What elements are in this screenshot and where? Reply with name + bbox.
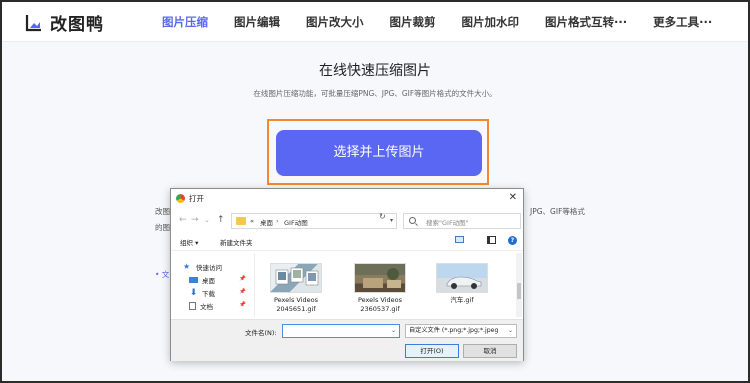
cancel-button[interactable]: 取消 [463, 344, 517, 358]
breadcrumb-desktop[interactable]: 桌面 [260, 217, 273, 227]
file-item[interactable]: Pexels Videos 2045651.gif [261, 263, 331, 314]
dialog-footer: 文件名(N): ⌄ 自定义文件 (*.png;*.jpg;*.jpeg ⌄ 打开… [171, 319, 523, 361]
dialog-title: 打开 [189, 194, 204, 203]
page-title: 在线快速压缩图片 [319, 63, 431, 79]
back-arrow-icon[interactable]: ← [179, 215, 187, 225]
dialog-toolbar: 组织 ▾ 新建文件夹 ? [171, 233, 523, 251]
recent-dropdown-icon[interactable]: ⌄ [204, 216, 210, 224]
tree-label: 下载 [202, 290, 215, 298]
refresh-icon[interactable]: ↻ [379, 212, 386, 221]
background-text-right: JPG、GIF等格式 [530, 207, 585, 216]
help-icon[interactable]: ? [508, 236, 517, 245]
pin-icon: 📌 [239, 289, 246, 295]
file-name: 汽车.gif [427, 296, 497, 305]
pin-icon: 📌 [239, 276, 246, 282]
dialog-titlebar[interactable]: 打开 ✕ [171, 189, 523, 209]
chrome-icon [176, 194, 185, 203]
file-thumbnail [436, 263, 488, 293]
chevron-down-icon[interactable]: ⌄ [505, 325, 513, 337]
logo-text: 改图鸭 [50, 15, 104, 35]
background-text-left-1: 改图 [155, 207, 170, 216]
nav-more-tools[interactable]: 更多工具··· [653, 2, 712, 42]
new-folder-button[interactable]: 新建文件夹 [220, 237, 253, 247]
open-button[interactable]: 打开(O) [405, 344, 459, 358]
nav-image-crop[interactable]: 图片裁剪 [390, 2, 436, 42]
search-placeholder: 搜索"GIF动图" [426, 219, 469, 227]
forward-arrow-icon[interactable]: → [191, 215, 199, 225]
background-text-left-2: 的图 [155, 223, 170, 232]
pin-icon: 📌 [239, 302, 246, 308]
file-name-line1: Pexels Videos [273, 296, 319, 304]
tree-item-desktop[interactable]: 桌面 [189, 274, 215, 286]
logo-icon [24, 13, 44, 33]
file-name-line1: 汽车.gif [450, 296, 474, 304]
tree-label: 快速访问 [196, 264, 222, 272]
file-thumbnail [354, 263, 406, 293]
nav-image-compress[interactable]: 图片压缩 [162, 2, 208, 42]
view-options-icon[interactable] [455, 236, 464, 243]
file-name-line2: 2360537.gif [360, 305, 400, 313]
folder-icon [236, 217, 246, 225]
filetype-value: 自定义文件 (*.png;*.jpg;*.jpeg [409, 327, 499, 334]
breadcrumb-separator: › [276, 217, 279, 225]
tree-item-downloads[interactable]: ⬇ 下载 [189, 287, 215, 299]
filename-input[interactable]: ⌄ [282, 324, 400, 338]
background-bullet: • 文 [155, 270, 170, 279]
dialog-navbar: ← → ⌄ ↑ « 桌面 › GIF动图 ▾ ↻ 搜索"GIF动图" [171, 210, 523, 232]
filetype-select[interactable]: 自定义文件 (*.png;*.jpg;*.jpeg ⌄ [405, 324, 517, 338]
desktop-folder-icon [189, 277, 198, 283]
file-item[interactable]: Pexels Videos 2360537.gif [345, 263, 415, 314]
chevron-down-icon[interactable]: ▾ [390, 217, 393, 224]
document-icon [189, 302, 196, 310]
page-subtitle: 在线图片压缩功能，可批量压缩PNG、JPG、GIF等图片格式的文件大小。 [253, 89, 497, 98]
file-name-line2: 2045651.gif [276, 305, 316, 313]
tree-label: 文档 [200, 303, 213, 311]
chevron-down-icon[interactable]: ⌄ [391, 327, 396, 334]
vertical-scrollbar[interactable] [516, 253, 522, 317]
preview-pane-icon[interactable] [487, 236, 496, 244]
address-prefix: « [250, 217, 254, 225]
scrollbar-thumb[interactable] [517, 283, 521, 299]
file-list: Pexels Videos 2045651.gif Pexels Videos … [255, 253, 513, 317]
nav-image-resize[interactable]: 图片改大小 [306, 2, 364, 42]
breadcrumb-gif-folder[interactable]: GIF动图 [284, 217, 308, 227]
navigation-pane: ★ 快速访问 桌面 📌 ⬇ 下载 📌 文档 📌 [171, 253, 255, 317]
tree-label: 桌面 [202, 277, 215, 285]
up-arrow-icon[interactable]: ↑ [217, 215, 225, 225]
organize-menu[interactable]: 组织 ▾ [180, 237, 198, 247]
main-nav: 图片压缩 图片编辑 图片改大小 图片裁剪 图片加水印 图片格式互转··· 更多工… [162, 2, 738, 42]
browser-frame: 改图鸭 图片压缩 图片编辑 图片改大小 图片裁剪 图片加水印 图片格式互转···… [0, 0, 750, 383]
file-name: Pexels Videos 2360537.gif [345, 296, 415, 314]
star-icon: ★ [183, 262, 191, 271]
file-name: Pexels Videos 2045651.gif [261, 296, 331, 314]
upload-button[interactable]: 选择并上传图片 [276, 130, 482, 176]
address-bar[interactable]: « 桌面 › GIF动图 ▾ [231, 213, 397, 229]
site-logo[interactable]: 改图鸭 [24, 10, 104, 35]
search-input[interactable]: 搜索"GIF动图" [403, 213, 521, 229]
filename-label: 文件名(N): [245, 329, 277, 337]
nav-image-watermark[interactable]: 图片加水印 [462, 2, 520, 42]
file-open-dialog: 打开 ✕ ← → ⌄ ↑ « 桌面 › GIF动图 ▾ ↻ 搜索"GIF动图" … [170, 188, 524, 361]
site-header: 改图鸭 图片压缩 图片编辑 图片改大小 图片裁剪 图片加水印 图片格式互转···… [2, 2, 748, 42]
file-name-line1: Pexels Videos [357, 296, 403, 304]
download-icon: ⬇ [189, 288, 198, 298]
nav-format-convert[interactable]: 图片格式互转··· [545, 2, 627, 42]
tree-item-documents[interactable]: 文档 [189, 300, 213, 312]
nav-image-edit[interactable]: 图片编辑 [234, 2, 280, 42]
search-icon [409, 217, 416, 224]
file-thumbnail [270, 263, 322, 293]
tree-item-quick-access[interactable]: ★ 快速访问 [183, 261, 222, 273]
file-item[interactable]: 汽车.gif [427, 263, 497, 305]
close-icon[interactable]: ✕ [509, 191, 517, 205]
